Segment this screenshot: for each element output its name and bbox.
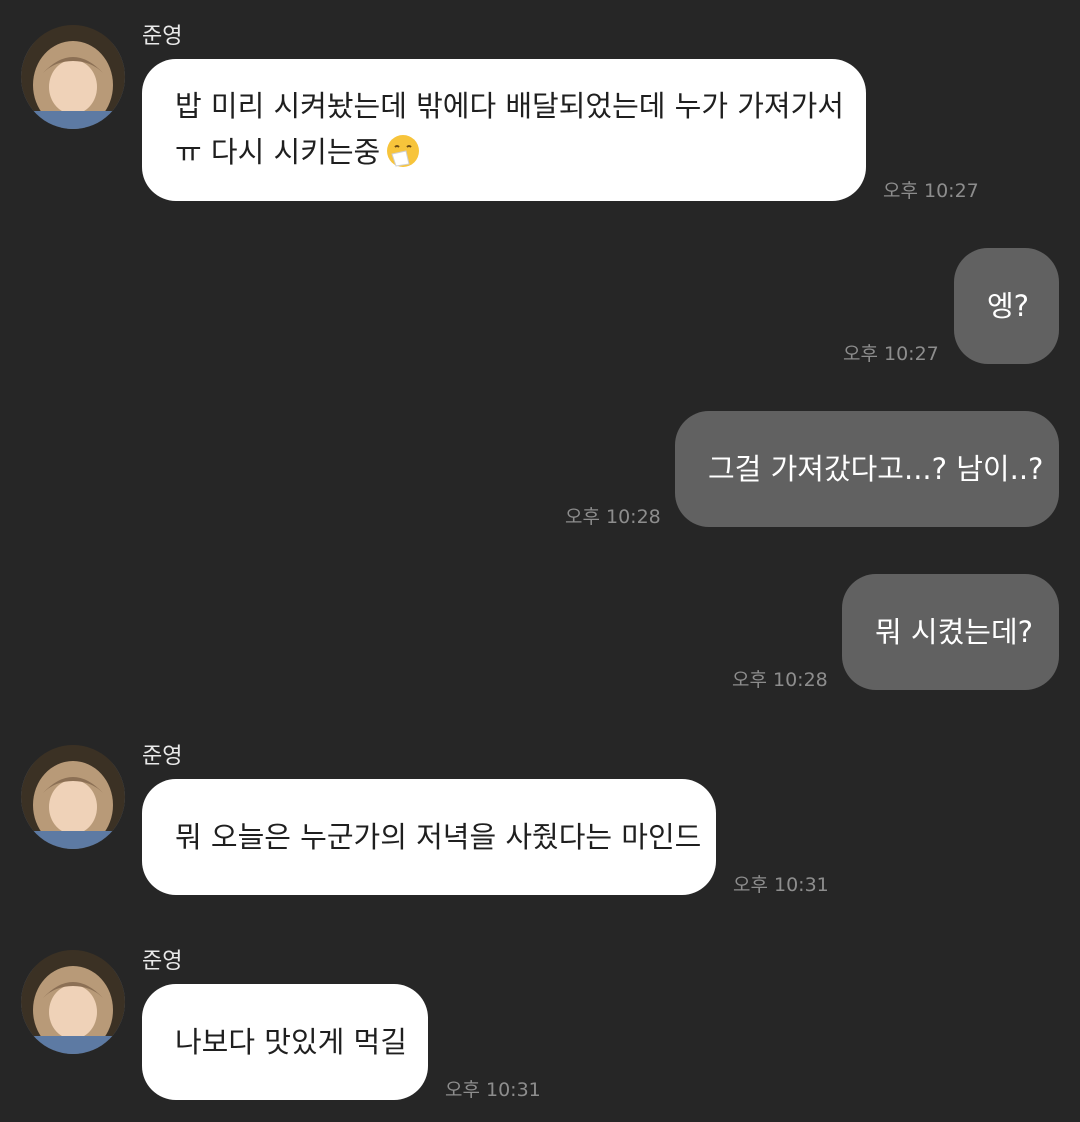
avatar[interactable] [21,745,125,849]
message-bubble-outgoing[interactable]: 그걸 가져갔다고...? 남이..? [675,411,1059,527]
chat-window: 준영 밥 미리 시켜놨는데 밖에다 배달되었는데 누가 가져가서 ㅠ 다시 시키… [0,0,1080,1122]
avatar[interactable] [21,25,125,129]
sender-name: 준영 [142,24,183,49]
message-line: 밥 미리 시켜놨는데 밖에다 배달되었는데 누가 가져가서 [175,89,844,123]
message-timestamp: 오후 10:31 [733,874,829,896]
message-bubble-incoming[interactable]: 나보다 맛있게 먹길 [142,984,428,1100]
avatar[interactable] [21,950,125,1054]
sender-name: 준영 [142,949,183,974]
message-timestamp: 오후 10:27 [883,180,979,202]
message-bubble-incoming[interactable]: 뭐 오늘은 누군가의 저녁을 사줬다는 마인드 [142,779,716,895]
avatar-image [21,25,125,129]
message-bubble-outgoing[interactable]: 뭐 시켰는데? [842,574,1059,690]
message-bubble-incoming[interactable]: 밥 미리 시켜놨는데 밖에다 배달되었는데 누가 가져가서 ㅠ 다시 시키는중 [142,59,866,201]
sender-name: 준영 [142,744,183,769]
sneezing-face-icon [387,135,420,167]
message-timestamp: 오후 10:28 [732,669,828,691]
message-timestamp: 오후 10:31 [445,1079,541,1101]
message-timestamp: 오후 10:28 [565,506,661,528]
message-timestamp: 오후 10:27 [843,343,939,365]
avatar-image [21,950,125,1054]
message-line: ㅠ 다시 시키는중 [175,129,833,175]
message-bubble-outgoing[interactable]: 엥? [954,248,1059,364]
avatar-image [21,745,125,849]
